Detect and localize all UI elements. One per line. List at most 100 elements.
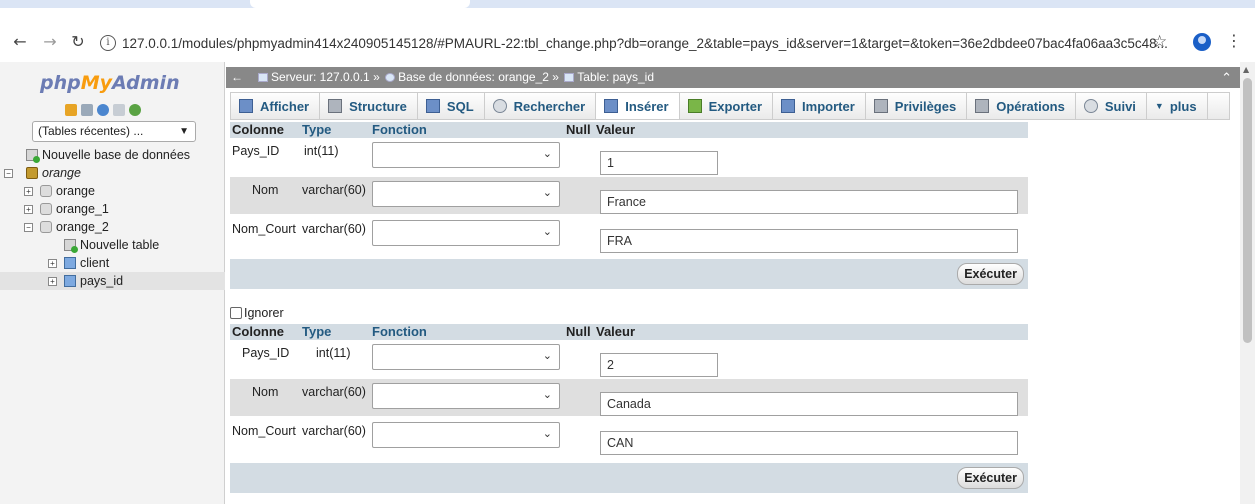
expand-toggle-icon[interactable]: + [48, 259, 57, 268]
scroll-up-arrow-icon[interactable]: ▲ [1243, 65, 1249, 74]
tab-label[interactable]: Importer [802, 99, 855, 114]
tab-label[interactable]: Privilèges [895, 99, 956, 114]
home-icon[interactable] [65, 104, 77, 116]
header-null: Null [566, 324, 591, 339]
database-tree: Nouvelle base de données − orange + orange + o… [0, 146, 225, 290]
tab-sql[interactable]: SQL [418, 93, 485, 119]
back-arrow-icon[interactable]: ← [10, 32, 30, 52]
tab-plus[interactable]: ▼ plus [1147, 93, 1208, 119]
tree-item[interactable]: + pays_id [0, 272, 225, 290]
forward-arrow-icon[interactable]: → [40, 32, 60, 52]
tree-item-label[interactable]: orange_1 [56, 200, 109, 218]
tab-privilèges[interactable]: Privilèges [866, 93, 968, 119]
tab-label[interactable]: Suivi [1105, 99, 1136, 114]
page-scrollbar[interactable]: ▲ [1240, 62, 1255, 504]
execute-button[interactable]: Exécuter [957, 467, 1024, 489]
tree-item-label[interactable]: orange_2 [56, 218, 109, 236]
tree-item-label[interactable]: Nouvelle table [80, 236, 159, 254]
bookmark-star-icon[interactable]: ☆ [1152, 32, 1167, 52]
tab-opérations[interactable]: Opérations [967, 93, 1076, 119]
reload-nav-icon[interactable] [129, 104, 141, 116]
url-text[interactable]: 127.0.0.1/modules/phpmyadmin414x24090514… [122, 36, 1168, 51]
tree-item[interactable]: + client [0, 254, 225, 272]
function-select[interactable]: ⌄ [372, 344, 560, 370]
breadcrumb-database[interactable]: Base de données: orange_2 [398, 70, 549, 84]
tab-rechercher[interactable]: Rechercher [485, 93, 597, 119]
new-db-icon [26, 149, 40, 163]
tab-suivi[interactable]: Suivi [1076, 93, 1147, 119]
tree-item-label[interactable]: Nouvelle base de données [42, 146, 190, 164]
tab-importer[interactable]: Importer [773, 93, 866, 119]
tab-structure[interactable]: Structure [320, 93, 418, 119]
tree-item-label[interactable]: client [80, 254, 109, 272]
value-input[interactable]: CAN [600, 431, 1018, 455]
expand-toggle-icon[interactable]: + [48, 277, 57, 286]
header-type[interactable]: Type [302, 324, 331, 340]
new-table-icon [64, 239, 78, 253]
scrollbar-thumb[interactable] [1243, 78, 1252, 343]
function-select[interactable]: ⌄ [372, 383, 560, 409]
tab-label[interactable]: Structure [349, 99, 407, 114]
tab-exporter[interactable]: Exporter [680, 93, 774, 119]
ignore-label[interactable]: Ignorer [244, 306, 284, 320]
function-select[interactable]: ⌄ [372, 422, 560, 448]
help-icon[interactable] [97, 104, 109, 116]
tab-insérer[interactable]: Insérer [596, 93, 680, 119]
tab-label[interactable]: SQL [447, 99, 474, 114]
ignore-checkbox-row[interactable]: Ignorer [230, 306, 284, 320]
tab-label[interactable]: Exporter [709, 99, 762, 114]
value-input[interactable]: Canada [600, 392, 1018, 416]
value-input[interactable]: 1 [600, 151, 718, 175]
profile-avatar-icon[interactable] [1193, 33, 1211, 51]
tree-item[interactable]: − orange_2 [0, 218, 225, 236]
tree-item[interactable]: − orange [0, 164, 225, 182]
browser-tab-active[interactable] [250, 0, 470, 8]
tree-item-label[interactable]: orange [42, 164, 81, 182]
tree-item-label[interactable]: pays_id [80, 272, 123, 290]
execute-button[interactable]: Exécuter [957, 263, 1024, 285]
reload-icon[interactable]: ↻ [68, 32, 88, 52]
field-row: Nom_Court varchar(60) ⌄ CAN [230, 418, 1028, 455]
tree-item[interactable]: + orange [0, 182, 225, 200]
browser-address-bar: ← → ↻ i 127.0.0.1/modules/phpmyadmin414x… [0, 8, 1255, 60]
logout-icon[interactable] [81, 104, 93, 116]
expand-toggle-icon[interactable]: − [4, 169, 13, 178]
value-input[interactable]: France [600, 190, 1018, 214]
collapse-arrows-icon[interactable]: ⌃ [1221, 67, 1232, 88]
header-fonction[interactable]: Fonction [372, 324, 427, 340]
header-fonction[interactable]: Fonction [372, 122, 427, 138]
expand-toggle-icon[interactable]: + [24, 187, 33, 196]
table-icon [564, 73, 575, 82]
function-select[interactable]: ⌄ [372, 220, 560, 246]
recent-tables-select[interactable]: (Tables récentes) ... ▼ [32, 121, 196, 142]
expand-toggle-icon[interactable]: + [24, 205, 33, 214]
tab-afficher[interactable]: Afficher [231, 93, 321, 119]
toggle-nav-arrow-icon[interactable]: ← [231, 67, 243, 88]
tree-item[interactable]: Nouvelle table [0, 236, 225, 254]
docs-icon[interactable] [113, 104, 125, 116]
ignore-checkbox[interactable] [230, 307, 242, 319]
tree-item-label[interactable]: orange [56, 182, 95, 200]
expand-toggle-icon[interactable]: − [24, 223, 33, 232]
tree-item[interactable]: Nouvelle base de données [0, 146, 225, 164]
database-group-icon [26, 167, 38, 179]
value-input[interactable]: 2 [600, 353, 718, 377]
breadcrumb-server[interactable]: Serveur: 127.0.0.1 [271, 70, 370, 84]
tab-label[interactable]: Insérer [625, 99, 668, 114]
value-input[interactable]: FRA [600, 229, 1018, 253]
breadcrumb-table[interactable]: Table: pays_id [577, 70, 654, 84]
tab-label[interactable]: Opérations [996, 99, 1065, 114]
phpmyadmin-logo[interactable]: phpMyAdmin [40, 72, 180, 94]
tree-item[interactable]: + orange_1 [0, 200, 225, 218]
tab-label[interactable]: Rechercher [514, 99, 586, 114]
import-icon [781, 99, 796, 113]
function-select[interactable]: ⌄ [372, 181, 560, 207]
tab-label[interactable]: Afficher [260, 99, 309, 114]
url-field[interactable]: i 127.0.0.1/modules/phpmyadmin414x240905… [100, 29, 1170, 57]
site-info-icon[interactable]: i [100, 35, 116, 51]
kebab-menu-icon[interactable]: ⋮ [1226, 31, 1242, 50]
tab-label[interactable]: plus [1170, 99, 1197, 114]
header-type[interactable]: Type [302, 122, 331, 138]
export-icon [687, 99, 702, 113]
function-select[interactable]: ⌄ [372, 142, 560, 168]
